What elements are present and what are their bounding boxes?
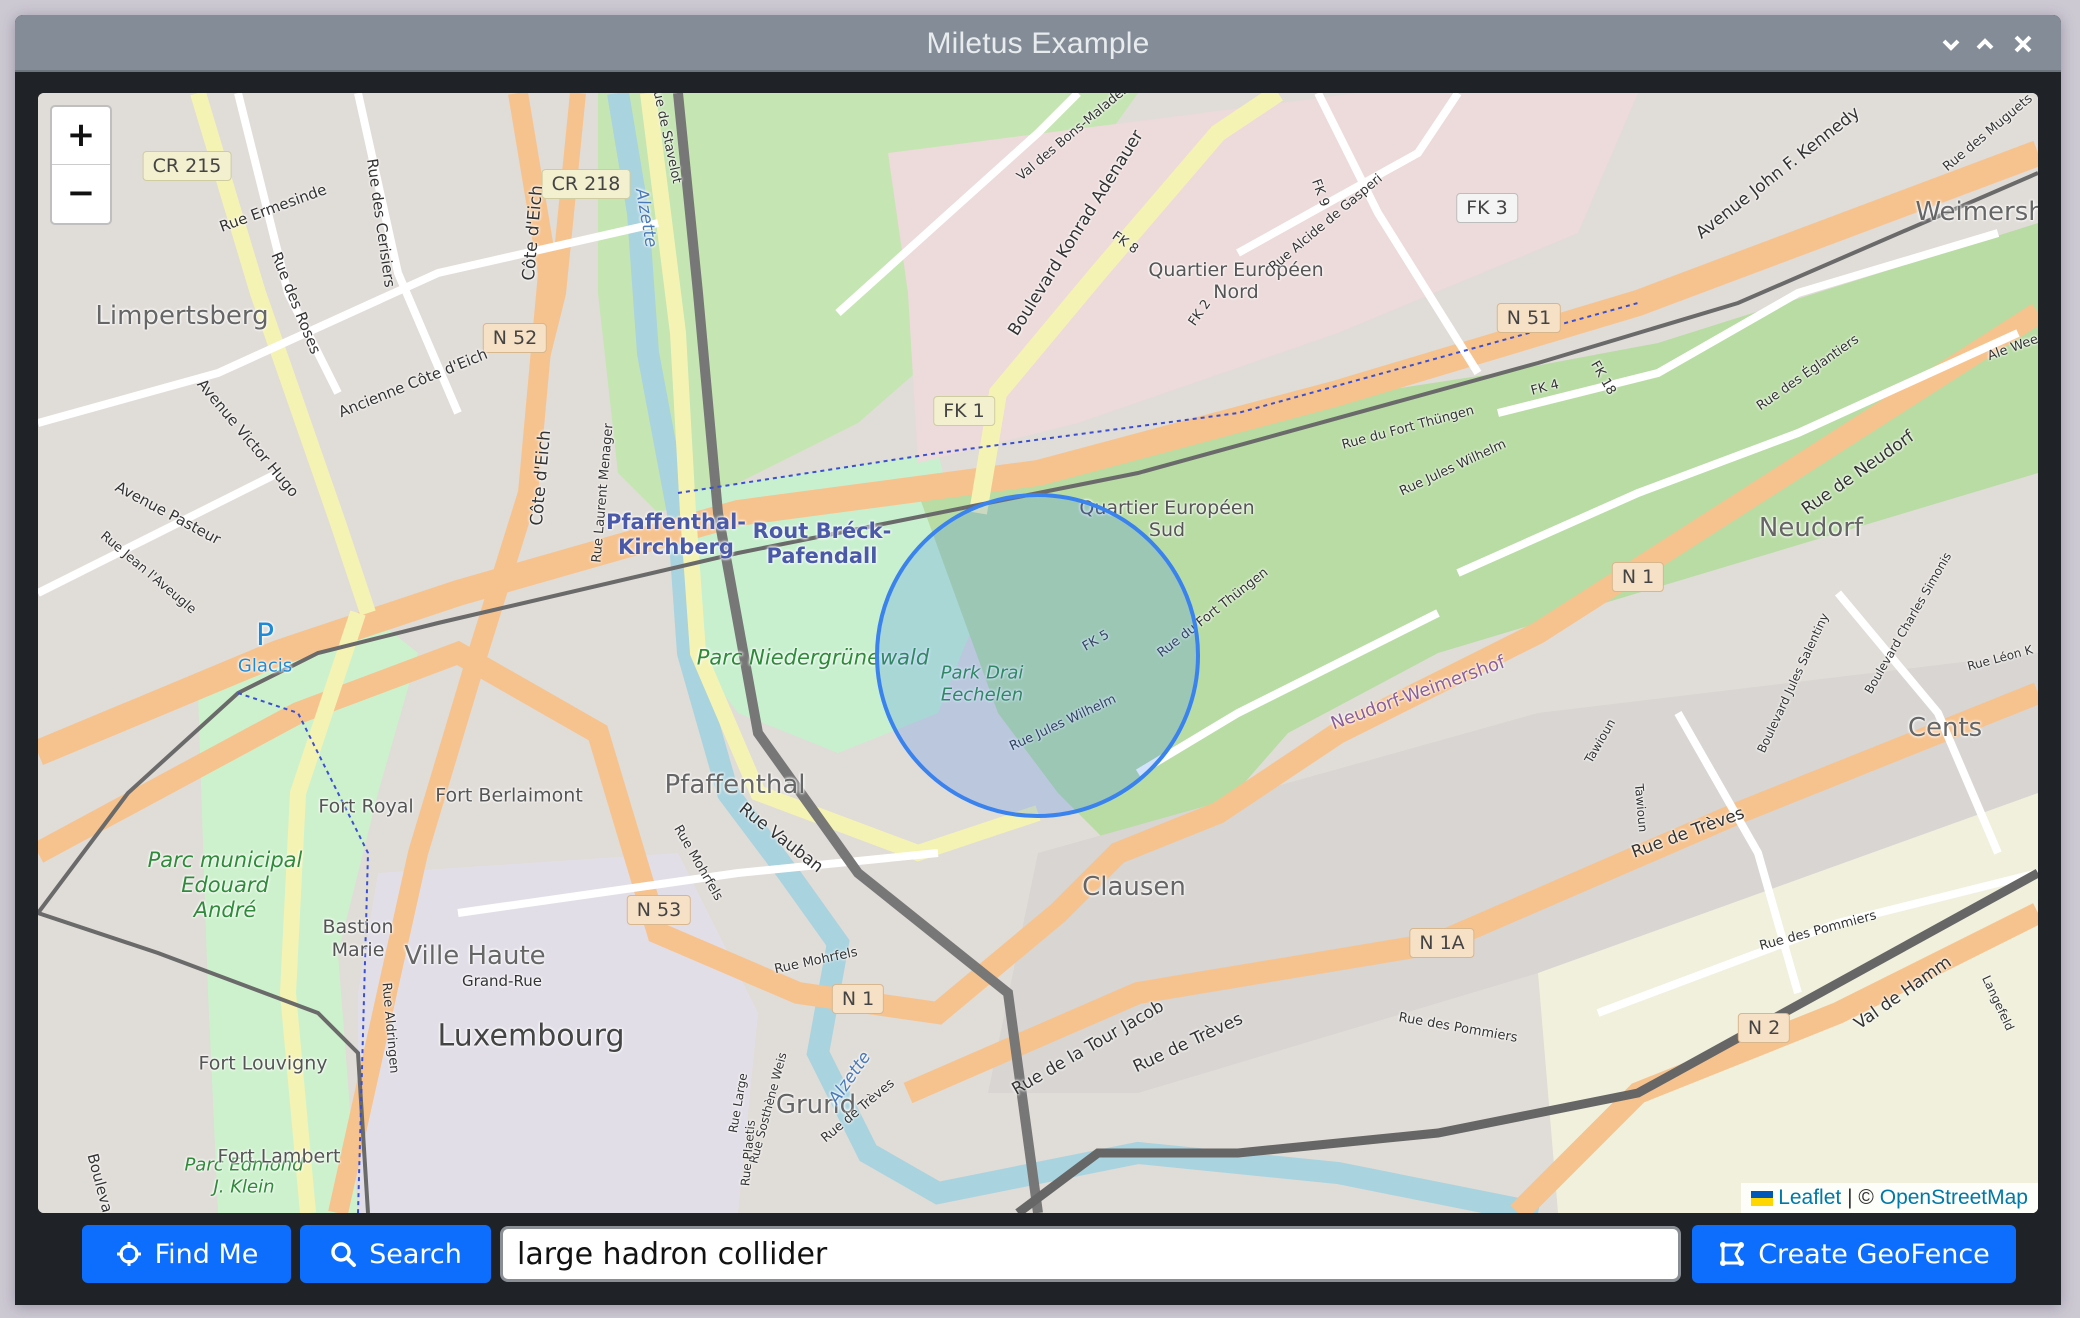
maximize-button[interactable] <box>1967 27 2003 61</box>
map-attribution: Leaflet | © OpenStreetMap <box>1741 1183 2038 1213</box>
fort-label: Fort Louvigny <box>198 1052 328 1075</box>
create-geofence-button[interactable]: Create GeoFence <box>1692 1225 2016 1283</box>
fort-label: Fort Lambert <box>217 1145 341 1168</box>
parking-label: Glacis <box>237 655 293 677</box>
station-label: Rout Bréck- Pafendall <box>752 518 892 568</box>
zoom-control: + − <box>50 105 112 225</box>
road-shield: N 2 <box>1737 1013 1791 1043</box>
close-button[interactable] <box>2005 27 2041 61</box>
place-label: Cents <box>1907 713 1983 743</box>
place-label: Luxembourg <box>437 1018 625 1054</box>
road-shield: CR 215 <box>142 151 232 181</box>
app-window: Miletus Example + − CR 215 CR 218 N 52 F… <box>15 15 2061 1305</box>
road-shield: CR 218 <box>541 169 631 199</box>
parking-icon: P <box>255 618 275 653</box>
find-me-label: Find Me <box>154 1238 259 1270</box>
copyright-symbol: © <box>1858 1186 1874 1209</box>
fort-label: Bastion Marie <box>322 916 394 961</box>
title-bar[interactable]: Miletus Example <box>15 15 2061 72</box>
chevron-down-icon <box>1942 39 1960 51</box>
park-label: Parc municipal Edouard André <box>147 848 303 923</box>
create-geofence-label: Create GeoFence <box>1758 1238 1990 1270</box>
openstreetmap-link[interactable]: OpenStreetMap <box>1880 1186 2028 1209</box>
zoom-out-button[interactable]: − <box>52 165 110 223</box>
search-button[interactable]: Search <box>300 1225 491 1283</box>
leaflet-link[interactable]: Leaflet <box>1778 1186 1841 1209</box>
road-shield: N 1 <box>831 984 885 1014</box>
road-shield: N 51 <box>1496 303 1562 333</box>
place-label: Clausen <box>1082 872 1186 902</box>
road-shield: N 1A <box>1409 928 1475 958</box>
attribution-separator: | <box>1847 1186 1853 1209</box>
place-label: Pfaffenthal <box>664 770 806 800</box>
place-label: Ville Haute <box>404 941 546 971</box>
road-shield: FK 1 <box>933 396 995 426</box>
road-shield: N 52 <box>482 323 548 353</box>
place-label: Weimersho <box>1915 197 2038 227</box>
fort-label: Fort Royal <box>318 795 414 818</box>
search-input[interactable] <box>500 1226 1681 1282</box>
road-shield: N 53 <box>626 895 692 925</box>
street-label: Grand-Rue <box>462 972 542 990</box>
search-label: Search <box>369 1238 462 1270</box>
window-title: Miletus Example <box>926 27 1150 60</box>
close-icon <box>2014 35 2032 53</box>
ukraine-flag-icon <box>1751 1190 1774 1206</box>
road-shield: N 1 <box>1611 562 1665 592</box>
map-view[interactable]: + − CR 215 CR 218 N 52 FK 1 FK 3 N 51 N … <box>38 93 2038 1213</box>
place-label: Limpertsberg <box>95 301 269 331</box>
station-label: Pfaffenthal- Kirchberg <box>606 509 746 559</box>
fort-label: Fort Berlaimont <box>435 784 583 807</box>
place-label: Quartier Européen Nord <box>1148 259 1324 303</box>
find-me-button[interactable]: Find Me <box>82 1225 291 1283</box>
search-icon <box>331 1242 357 1267</box>
geofence-circle[interactable] <box>875 493 1200 818</box>
zoom-in-button[interactable]: + <box>52 107 110 165</box>
crosshair-icon <box>116 1242 141 1266</box>
minimize-button[interactable] <box>1933 27 1969 61</box>
geofence-icon <box>1720 1242 1745 1266</box>
chevron-up-icon <box>1976 38 1994 50</box>
road-shield: FK 3 <box>1456 193 1518 223</box>
